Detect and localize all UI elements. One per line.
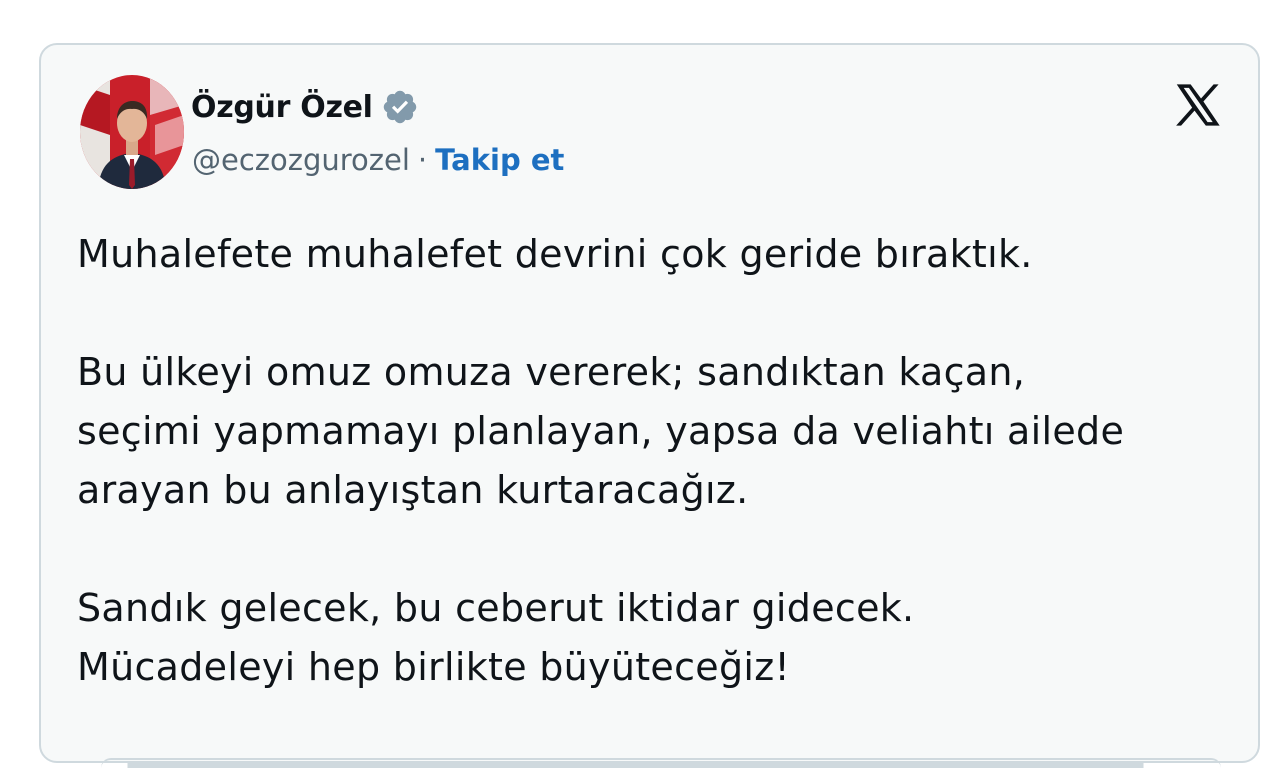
verified-badge-icon <box>381 88 419 126</box>
profile-photo <box>80 75 184 189</box>
tweet-paragraph: Muhalefete muhalefet devrini çok geride … <box>77 232 1033 276</box>
tweet-embed-card[interactable]: Özgür Özel @eczozgurozel · Takip et Muha… <box>39 43 1260 763</box>
author-handle-row: @eczozgurozel · Takip et <box>192 141 564 179</box>
tweet-text: Muhalefete muhalefet devrini çok geride … <box>77 225 1247 756</box>
author-handle[interactable]: @eczozgurozel <box>192 143 410 177</box>
media-preview-edge <box>101 758 1221 768</box>
tweet-paragraph: Sandık gelecek, bu ceberut iktidar gidec… <box>77 586 915 689</box>
tweet-paragraph: Bu ülkeyi omuz omuza vererek; sandıktan … <box>77 350 1125 512</box>
author-name[interactable]: Özgür Özel <box>191 90 373 125</box>
separator-dot: · <box>417 143 428 177</box>
follow-button[interactable]: Takip et <box>435 143 564 177</box>
x-logo-icon[interactable] <box>1172 79 1224 131</box>
author-name-row[interactable]: Özgür Özel <box>191 87 419 127</box>
avatar[interactable] <box>80 75 184 189</box>
